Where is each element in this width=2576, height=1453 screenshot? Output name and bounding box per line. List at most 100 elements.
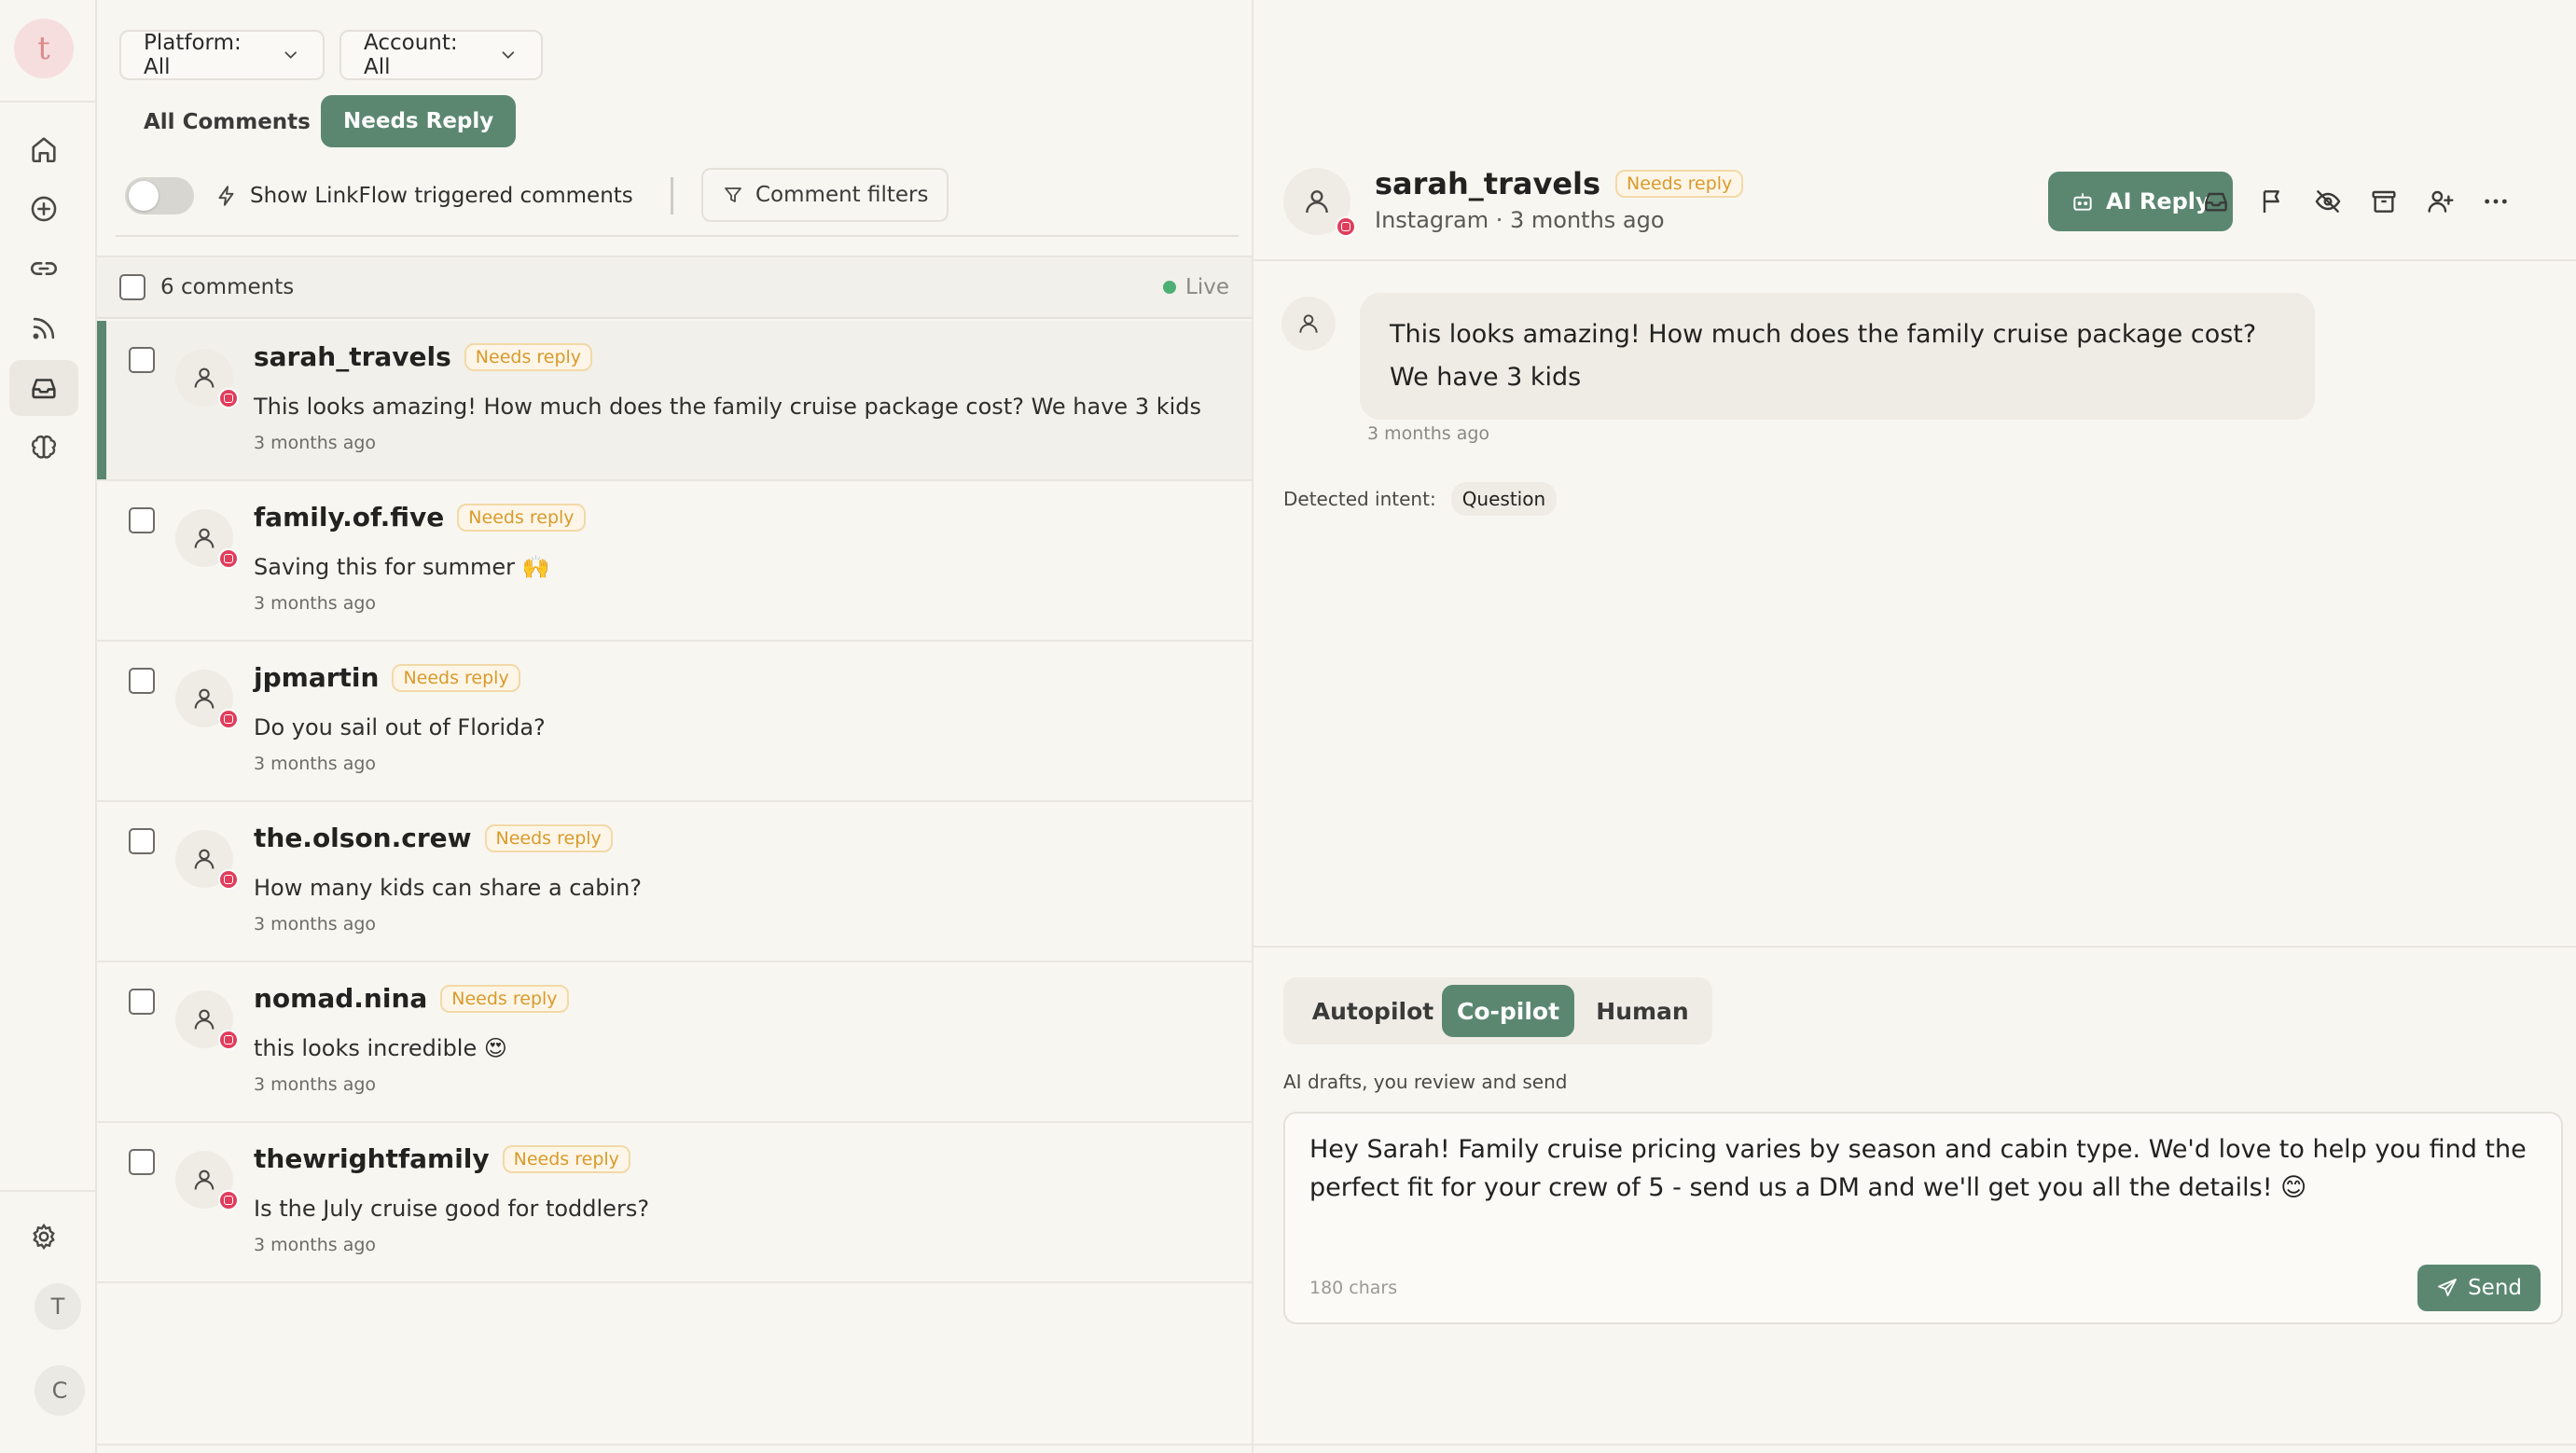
- comment-text: Do you sail out of Florida?: [254, 714, 546, 740]
- comment-timestamp: 3 months ago: [254, 754, 377, 774]
- more-options-button[interactable]: [2479, 185, 2513, 218]
- toolbar-divider: [671, 177, 673, 214]
- nav-home[interactable]: [9, 121, 78, 177]
- message-timestamp: 3 months ago: [1367, 423, 1490, 444]
- comment-row[interactable]: jpmartin Needs reply Do you sail out of Fl…: [97, 642, 1252, 802]
- archive-button[interactable]: [2367, 185, 2401, 218]
- instagram-icon: [218, 1190, 239, 1211]
- comment-row[interactable]: nomad.nina Needs reply this looks incredib…: [97, 962, 1252, 1123]
- instagram-icon: [218, 548, 239, 569]
- nav-links[interactable]: [9, 241, 78, 297]
- comment-username[interactable]: thewrightfamily: [254, 1143, 490, 1174]
- linkflow-toggle[interactable]: [125, 177, 194, 214]
- assign-user-button[interactable]: [2423, 185, 2457, 218]
- draft-text[interactable]: Hey Sarah! Family cruise pricing varies …: [1309, 1130, 2541, 1207]
- workspace-avatar[interactable]: T: [35, 1283, 81, 1330]
- comment-username[interactable]: sarah_travels: [254, 341, 451, 372]
- mode-copilot[interactable]: Co-pilot: [1442, 985, 1574, 1037]
- user-icon: [194, 849, 215, 869]
- row-checkbox[interactable]: [129, 668, 155, 694]
- status-badge: Needs reply: [392, 663, 520, 692]
- live-indicator: Live: [1163, 257, 1229, 317]
- status-badge: Needs reply: [464, 342, 593, 371]
- flag-icon: [2263, 190, 2279, 213]
- tab-all-comments[interactable]: All Comments: [142, 97, 312, 147]
- comment-filters-button[interactable]: Comment filters: [701, 168, 949, 222]
- move-to-inbox-button[interactable]: [2199, 185, 2233, 218]
- comment-username[interactable]: family.of.five: [254, 502, 444, 533]
- comment-username[interactable]: the.olson.crew: [254, 823, 472, 853]
- nav-create[interactable]: [9, 181, 78, 237]
- instagram-icon: [218, 388, 239, 408]
- list-header: 6 comments Live: [97, 256, 1252, 319]
- avatar: [175, 349, 239, 408]
- user-icon: [1299, 314, 1318, 333]
- select-all-checkbox[interactable]: [119, 274, 145, 300]
- avatar: [175, 509, 239, 569]
- rss-icon: [33, 317, 55, 339]
- platform-filter-dropdown[interactable]: Platform: All: [119, 30, 325, 80]
- comment-timestamp: 3 months ago: [254, 1074, 377, 1095]
- comments-panel: Platform: All Account: All All Comments …: [97, 0, 1253, 1453]
- user-icon: [1306, 190, 1328, 214]
- row-checkbox[interactable]: [129, 347, 155, 373]
- row-checkbox[interactable]: [129, 989, 155, 1015]
- status-badge: Needs reply: [440, 984, 569, 1013]
- instagram-icon: [1336, 216, 1356, 237]
- lightning-icon: [218, 186, 234, 206]
- comment-row[interactable]: the.olson.crew Needs reply How many kids c…: [97, 802, 1252, 962]
- account-filter-dropdown[interactable]: Account: All: [339, 30, 543, 80]
- user-icon: [194, 367, 215, 388]
- row-checkbox[interactable]: [129, 507, 155, 533]
- comment-timestamp: 3 months ago: [254, 433, 377, 453]
- link-icon: [31, 262, 57, 275]
- app-logo[interactable]: t: [14, 19, 74, 78]
- rail-divider: [0, 101, 97, 103]
- comment-detail-panel: sarah_travels Needs reply Instagram · 3 …: [1253, 0, 2576, 1453]
- home-icon: [32, 137, 56, 163]
- user-plus-icon: [2428, 190, 2454, 213]
- instagram-icon: [218, 869, 239, 890]
- nav-feed[interactable]: [9, 300, 78, 356]
- hide-button[interactable]: [2311, 185, 2345, 218]
- archive-icon: [2372, 190, 2396, 213]
- char-count: 180 chars: [1309, 1278, 1398, 1298]
- mode-description: AI drafts, you review and send: [1283, 1071, 1568, 1093]
- comment-text: Saving this for summer 🙌: [254, 554, 550, 580]
- tab-needs-reply[interactable]: Needs Reply: [321, 95, 517, 147]
- comment-username[interactable]: nomad.nina: [254, 983, 427, 1014]
- comment-timestamp: 3 months ago: [254, 593, 377, 614]
- inbox-icon: [2205, 192, 2227, 212]
- linkflow-toggle-label[interactable]: Show LinkFlow triggered comments: [215, 177, 633, 214]
- comment-row[interactable]: sarah_travels Needs reply This looks amazi…: [97, 321, 1252, 481]
- comment-count: 6 comments: [160, 275, 295, 299]
- flag-button[interactable]: [2255, 185, 2289, 218]
- bot-icon: [2073, 193, 2092, 211]
- mode-human[interactable]: Human: [1580, 985, 1705, 1037]
- live-dot-icon: [1163, 281, 1177, 294]
- status-badge: Needs reply: [457, 503, 586, 532]
- more-icon: [2485, 199, 2507, 204]
- user-icon: [194, 1169, 215, 1190]
- row-checkbox[interactable]: [129, 828, 155, 854]
- status-badge: Needs reply: [1615, 170, 1744, 198]
- comment-username[interactable]: jpmartin: [254, 662, 379, 693]
- row-checkbox[interactable]: [129, 1149, 155, 1175]
- user-avatar[interactable]: C: [35, 1365, 85, 1416]
- nav-settings[interactable]: [9, 1209, 78, 1265]
- nav-brain[interactable]: [9, 420, 78, 476]
- comment-row[interactable]: family.of.five Needs reply Saving this for…: [97, 481, 1252, 642]
- toolbar-divider: [116, 235, 1239, 237]
- send-button[interactable]: Send: [2417, 1265, 2541, 1311]
- rail-divider: [0, 1190, 97, 1192]
- message-bubble: This looks amazing! How much does the fa…: [1360, 293, 2315, 420]
- detail-header: sarah_travels Needs reply Instagram · 3 …: [1253, 149, 2576, 261]
- mode-autopilot[interactable]: Autopilot: [1293, 985, 1453, 1037]
- avatar: [175, 830, 239, 890]
- reply-draft-input[interactable]: Hey Sarah! Family cruise pricing varies …: [1283, 1112, 2563, 1324]
- avatar: [175, 1151, 239, 1211]
- gear-icon: [33, 1223, 55, 1251]
- comment-row[interactable]: thewrightfamily Needs reply Is the July cr…: [97, 1123, 1252, 1283]
- plus-circle-icon: [31, 196, 57, 222]
- nav-inbox[interactable]: [9, 360, 78, 416]
